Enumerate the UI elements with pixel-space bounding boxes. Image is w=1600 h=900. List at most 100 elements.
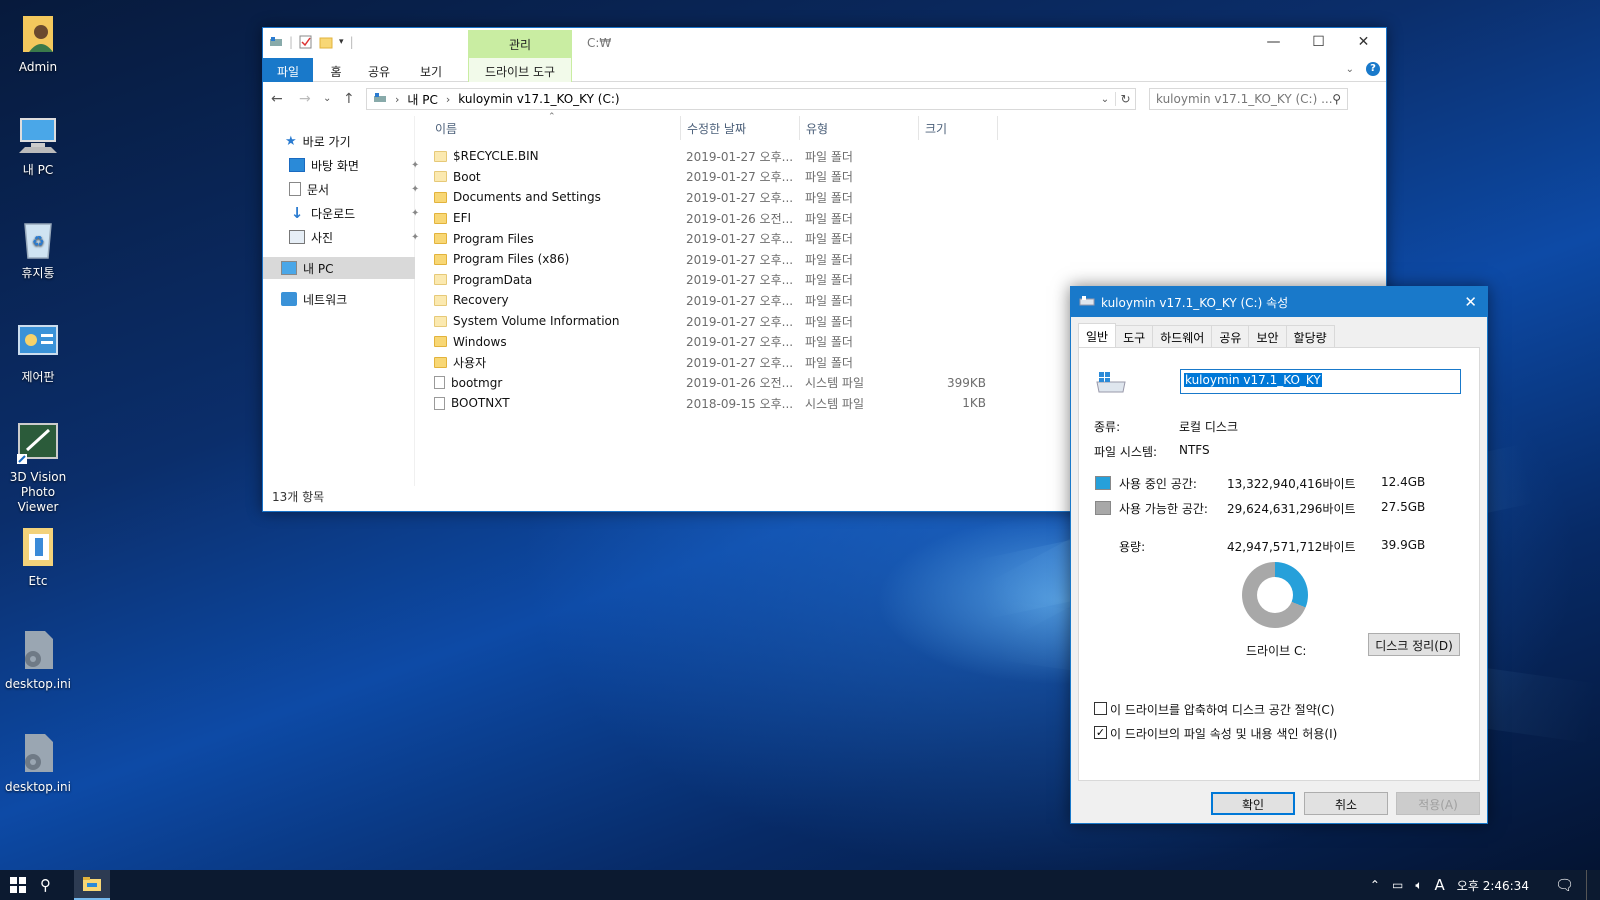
compress-drive-label[interactable]: 이 드라이브를 압축하여 디스크 공간 절약(C) (1110, 701, 1335, 718)
quick-access-toolbar: | ▾ | (269, 35, 354, 49)
column-header-date[interactable]: 수정한 날짜 (682, 116, 800, 140)
file-row[interactable]: Windows 2019-01-27 오후... 파일 폴더 (430, 331, 990, 352)
file-name: System Volume Information (453, 314, 620, 329)
nav-item-pictures[interactable]: 사진 ✦ (289, 226, 419, 248)
capacity-size: 39.9GB (1381, 538, 1426, 552)
nav-item-this-pc[interactable]: 내 PC (263, 257, 415, 279)
toolbar-separator: | (289, 35, 294, 49)
address-bar[interactable]: › 내 PC › kuloymin v17.1_KO_KY (C:) ⌄ ↻ (366, 88, 1136, 110)
customize-toolbar-icon[interactable]: ▾ (339, 37, 344, 47)
taskbar-file-explorer[interactable] (74, 870, 110, 900)
close-icon[interactable]: ✕ (1464, 293, 1477, 311)
file-row[interactable]: ProgramData 2019-01-27 오후... 파일 폴더 (430, 270, 990, 291)
column-header-name[interactable]: 이름 ⌃ (430, 112, 681, 140)
file-date: 2019-01-27 오후... (686, 293, 794, 308)
breadcrumb-separator[interactable]: › (446, 93, 450, 106)
maximize-button[interactable]: ☐ (1296, 28, 1341, 56)
breadcrumb-drive-c[interactable]: kuloymin v17.1_KO_KY (C:) (458, 92, 619, 106)
volume-name-input[interactable]: kuloymin v17.1_KO_KY (1180, 369, 1461, 394)
nav-label: 네트워크 (303, 292, 348, 307)
file-row[interactable]: EFI 2019-01-26 오전... 파일 폴더 (430, 208, 990, 229)
user-folder-icon (15, 10, 61, 56)
desktop-icon-admin[interactable]: Admin (2, 10, 74, 75)
svg-text:♻: ♻ (32, 234, 45, 250)
desktop-icon-etc[interactable]: Etc (2, 524, 74, 589)
tab-security[interactable]: 보안 (1248, 325, 1287, 347)
back-arrow-icon[interactable]: ← (271, 91, 283, 107)
properties-icon[interactable] (299, 35, 313, 49)
nav-item-documents[interactable]: 문서 ✦ (289, 178, 419, 200)
compress-drive-checkbox[interactable] (1094, 702, 1107, 715)
up-arrow-icon[interactable]: ↑ (343, 91, 355, 107)
tab-tools[interactable]: 도구 (1115, 325, 1154, 347)
clock[interactable]: 오후 2:46:34 (1457, 877, 1529, 894)
column-header-type[interactable]: 유형 (801, 116, 919, 140)
volume-icon[interactable]: 🔈︎ (1415, 878, 1422, 893)
recent-locations-icon[interactable]: ⌄ (323, 93, 331, 104)
tab-home[interactable]: 홈 (321, 58, 351, 82)
show-desktop-button[interactable] (1586, 870, 1590, 900)
free-space-label: 사용 가능한 공간: (1119, 502, 1208, 516)
minimize-button[interactable]: — (1251, 28, 1296, 56)
apply-button[interactable]: 적용(A) (1396, 792, 1480, 815)
cancel-button[interactable]: 취소 (1304, 792, 1388, 815)
desktop-icon-recycle-bin[interactable]: ♻ 휴지통 (2, 216, 74, 281)
disk-cleanup-button[interactable]: 디스크 정리(D) (1368, 633, 1460, 656)
index-drive-label[interactable]: 이 드라이브의 파일 속성 및 내용 색인 허용(I) (1110, 725, 1337, 742)
network-icon[interactable]: ▭ (1392, 878, 1403, 892)
nav-item-downloads[interactable]: ↓ 다운로드 ✦ (289, 202, 420, 224)
file-type: 파일 폴더 (805, 335, 853, 350)
tab-drive-tools[interactable]: 드라이브 도구 (468, 58, 572, 82)
desktop-icon-desktop-ini-2[interactable]: desktop.ini (2, 730, 74, 795)
pin-icon: ✦ (411, 183, 420, 195)
explorer-titlebar[interactable]: | ▾ | 관리 C:₩ — ☐ ✕ (263, 28, 1386, 58)
file-row[interactable]: $RECYCLE.BIN 2019-01-27 오후... 파일 폴더 (430, 146, 990, 167)
file-row[interactable]: Boot 2019-01-27 오후... 파일 폴더 (430, 167, 990, 188)
tab-quota[interactable]: 할당량 (1285, 325, 1335, 347)
breadcrumb-this-pc[interactable]: 내 PC (407, 91, 437, 108)
desktop-icon-this-pc[interactable]: 내 PC (2, 113, 74, 178)
tab-hardware[interactable]: 하드웨어 (1152, 325, 1213, 347)
file-size: 1KB (962, 396, 986, 411)
start-button[interactable] (0, 870, 36, 900)
ime-indicator[interactable]: A (1435, 876, 1445, 894)
tab-share[interactable]: 공유 (361, 58, 397, 82)
file-row[interactable]: Program Files (x86) 2019-01-27 오후... 파일 폴더 (430, 249, 990, 270)
desktop-icon-desktop-ini-1[interactable]: desktop.ini (2, 627, 74, 692)
chevron-up-icon[interactable]: ⌃ (1370, 878, 1380, 892)
tab-view[interactable]: 보기 (413, 58, 449, 82)
file-row[interactable]: Documents and Settings 2019-01-27 오후... 파일… (430, 187, 990, 208)
breadcrumb-separator[interactable]: › (395, 93, 399, 106)
expand-ribbon-icon[interactable]: ⌄ (1346, 64, 1354, 75)
file-row[interactable]: 사용자 2019-01-27 오후... 파일 폴더 (430, 352, 990, 373)
tab-sharing[interactable]: 공유 (1211, 325, 1250, 347)
close-button[interactable]: ✕ (1341, 28, 1386, 56)
address-dropdown-icon[interactable]: ⌄ (1095, 94, 1115, 105)
drive-properties-dialog[interactable]: kuloymin v17.1_KO_KY (C:) 속성 ✕ 일반 도구 하드웨… (1070, 286, 1488, 824)
desktop-icon-control-panel[interactable]: 제어판 (2, 320, 74, 385)
nav-item-network[interactable]: 네트워크 (281, 288, 347, 310)
tab-file[interactable]: 파일 (263, 58, 313, 82)
file-row[interactable]: Program Files 2019-01-27 오후... 파일 폴더 (430, 228, 990, 249)
search-icon[interactable]: ⚲ (40, 876, 51, 894)
file-row[interactable]: Recovery 2019-01-27 오후... 파일 폴더 (430, 290, 990, 311)
notification-icon[interactable]: 🗨︎ (1555, 876, 1574, 894)
dialog-titlebar[interactable]: kuloymin v17.1_KO_KY (C:) 속성 ✕ (1071, 287, 1487, 317)
index-drive-checkbox[interactable]: ✓ (1094, 726, 1107, 739)
tab-general[interactable]: 일반 (1078, 323, 1117, 347)
nav-quick-access[interactable]: ★ 바로 가기 (285, 130, 351, 152)
desktop-icon-3d-vision[interactable]: 3D Vision Photo Viewer (2, 420, 74, 515)
help-icon[interactable]: ? (1366, 62, 1380, 76)
column-header-size[interactable]: 크기 (920, 116, 998, 140)
refresh-icon[interactable]: ↻ (1115, 92, 1135, 106)
file-row[interactable]: System Volume Information 2019-01-27 오후..… (430, 311, 990, 332)
file-type: 파일 폴더 (805, 211, 853, 226)
nav-item-desktop[interactable]: 바탕 화면 ✦ (289, 154, 419, 176)
file-name-cell: Documents and Settings (434, 190, 601, 204)
file-row[interactable]: bootmgr 2019-01-26 오전... 시스템 파일 399KB (430, 373, 990, 394)
ok-button[interactable]: 확인 (1211, 792, 1295, 815)
new-folder-icon[interactable] (319, 35, 333, 49)
search-box[interactable]: kuloymin v17.1_KO_KY (C:) ... ⚲ (1149, 88, 1348, 110)
forward-arrow-icon[interactable]: → (299, 91, 311, 107)
file-row[interactable]: BOOTNXT 2018-09-15 오후... 시스템 파일 1KB (430, 393, 990, 414)
